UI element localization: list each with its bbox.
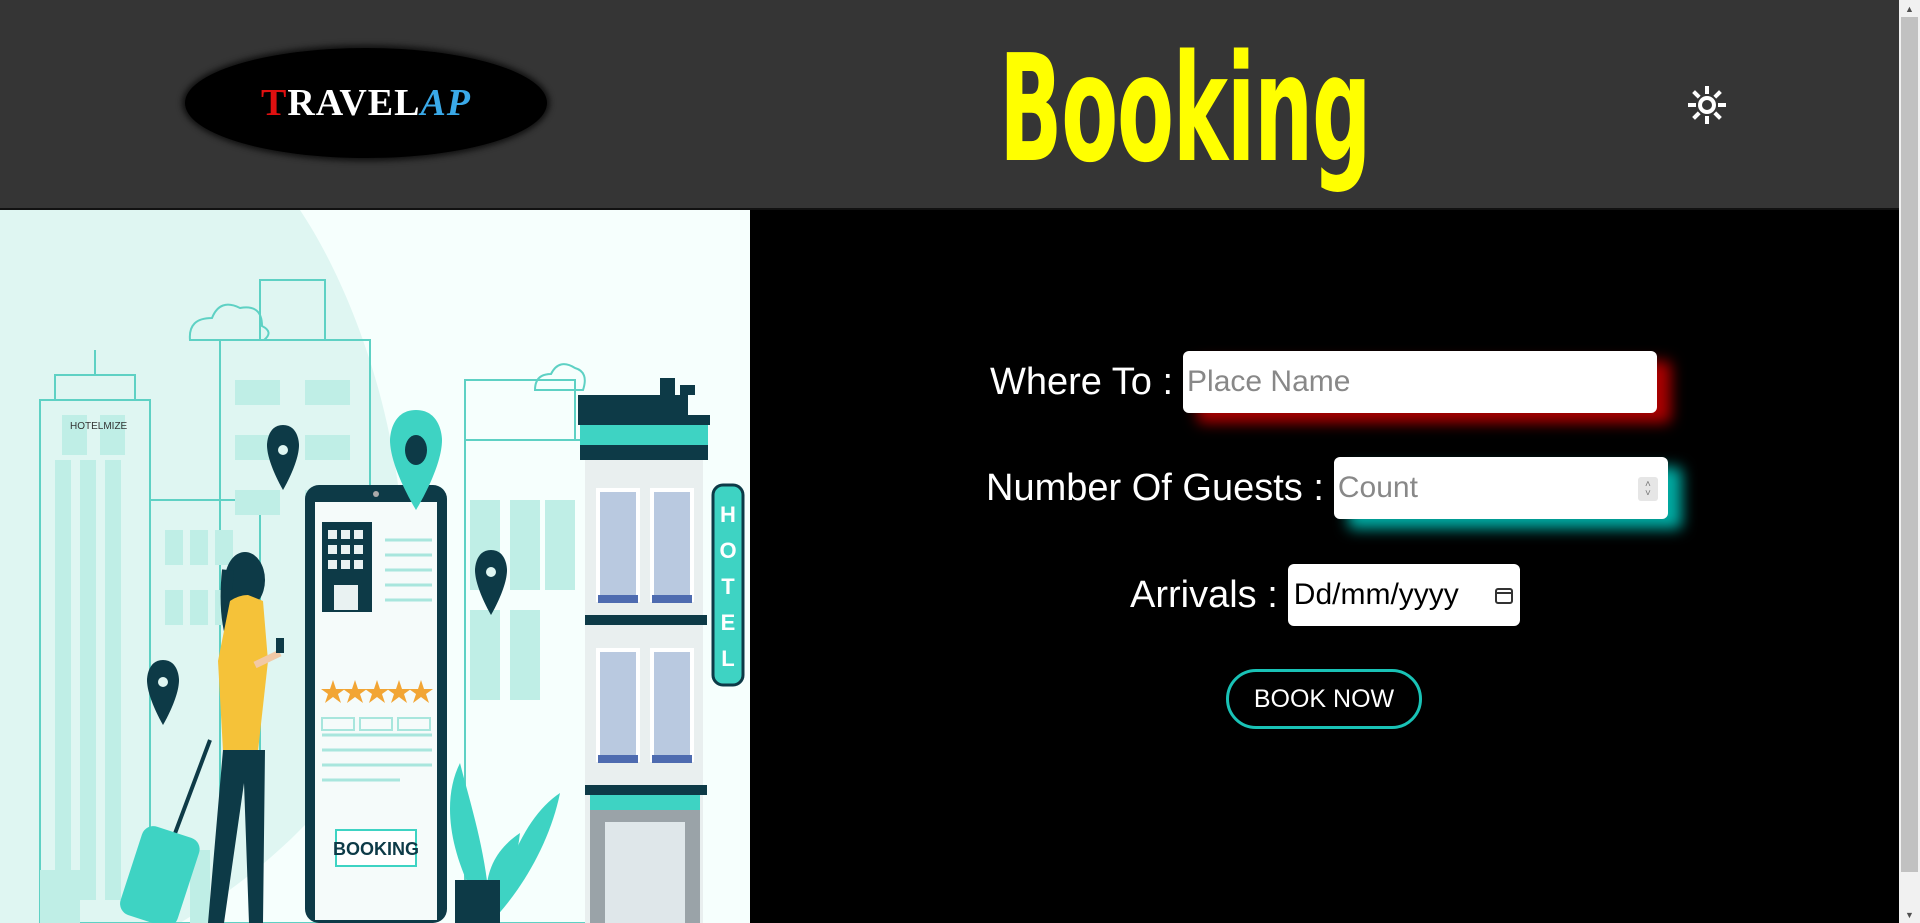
arrival-date-input[interactable]: Dd/mm/yyyy: [1287, 564, 1520, 626]
place-name-input[interactable]: Place Name: [1183, 351, 1658, 413]
booking-screen-button: BOOKING: [333, 839, 419, 859]
arrivals-label: Arrivals :: [1130, 573, 1278, 616]
guest-count-placeholder: Count: [1337, 471, 1418, 504]
guests-label: Number Of Guests :: [986, 466, 1324, 509]
hotel-sign-letter: T: [721, 574, 735, 599]
arrivals-row: Arrivals : Dd/mm/yyyy: [1130, 564, 1520, 626]
logo-suffix: AP: [420, 82, 472, 124]
header-bar: T RAVEL AP Booking: [0, 0, 1899, 210]
hotel-sign-letter: E: [721, 610, 736, 635]
scroll-down-arrow-icon[interactable]: ▼: [1899, 906, 1920, 923]
hotel-sign-letter: O: [719, 538, 736, 563]
logo-first-letter: T: [260, 82, 288, 124]
guest-count-input[interactable]: Count ˄ ˅: [1333, 457, 1668, 519]
number-spinner[interactable]: ˄ ˅: [1637, 477, 1658, 501]
sun-icon: [1688, 86, 1726, 124]
hotel-sign-letter: L: [721, 646, 734, 671]
scroll-up-arrow-icon[interactable]: ▲: [1899, 0, 1920, 17]
illustration-art: HOTELMIZE H O T E L BOOKING: [0, 210, 745, 923]
calendar-icon[interactable]: [1494, 585, 1514, 605]
booking-form: Where To : Place Name Number Of Guests :…: [750, 210, 1899, 923]
logo-text: RAVEL: [287, 82, 421, 124]
book-now-button[interactable]: BOOK NOW: [1226, 669, 1422, 729]
travelap-logo[interactable]: T RAVEL AP: [185, 48, 547, 158]
where-to-row: Where To : Place Name: [990, 351, 1658, 413]
theme-toggle-button[interactable]: [1686, 84, 1728, 126]
hotel-sign-letter: H: [720, 502, 736, 527]
page-title: Booking: [999, 23, 1371, 195]
hotelmize-brand: HOTELMIZE: [70, 421, 128, 432]
guests-row: Number Of Guests : Count ˄ ˅: [986, 457, 1668, 519]
vertical-scrollbar[interactable]: ▲ ▼: [1899, 0, 1920, 923]
scrollbar-thumb[interactable]: [1901, 17, 1918, 872]
hotel-booking-illustration: HOTELMIZE H O T E L BOOKING: [0, 210, 750, 923]
date-format-text: Dd/mm/yyyy: [1293, 578, 1459, 611]
where-to-label: Where To :: [990, 360, 1174, 403]
